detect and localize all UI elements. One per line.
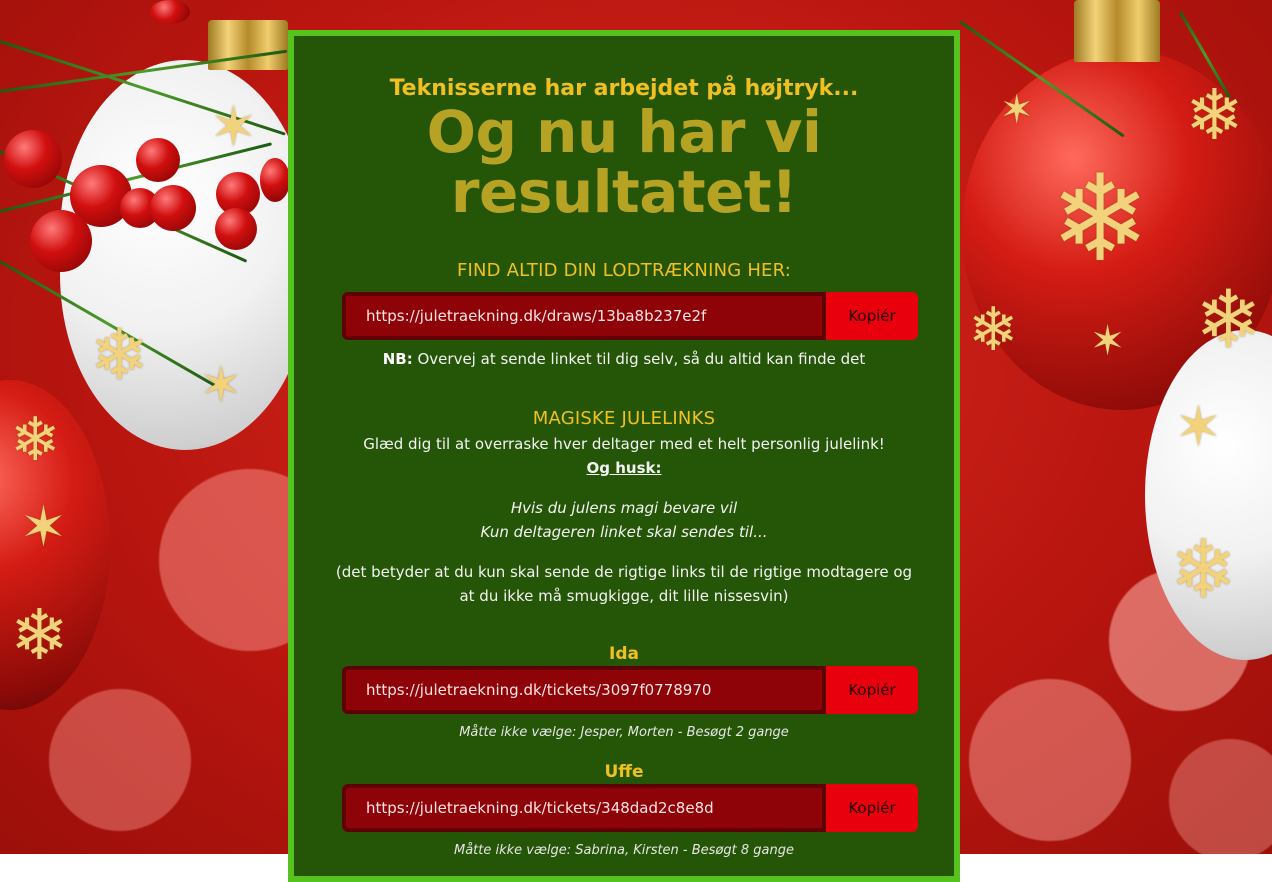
holly-berry-icon: [260, 158, 290, 202]
snowflake-icon: ✶: [20, 495, 67, 560]
participant-link-field[interactable]: https://juletraekning.dk/tickets/348dad2…: [342, 784, 826, 832]
explain-line-2: at du ikke må smugkigge, dit lille nisse…: [459, 587, 789, 605]
verse-line-2: Kun deltageren linket skal sendes til...: [480, 523, 768, 541]
snowflake-icon: ❄: [1050, 150, 1151, 289]
remember-label: Og husk:: [586, 459, 662, 477]
verse-line-1: Hvis du julens magi bevare vil: [510, 499, 738, 517]
copy-participant-link-button[interactable]: Kopiér: [826, 784, 918, 832]
results-card: Teknisserne har arbejdet på højtryk... O…: [288, 30, 960, 882]
holly-berry-icon: [215, 208, 257, 250]
snowflake-icon: ✶: [1000, 87, 1034, 133]
snowflake-icon: ❄: [1185, 74, 1244, 156]
holly-berry-icon: [4, 130, 62, 188]
page-title: Og nu har vi resultatet!: [294, 102, 954, 222]
draw-link-row: https://juletraekning.dk/draws/13ba8b237…: [342, 292, 918, 340]
snowflake-icon: ❄: [90, 314, 149, 396]
participant-name: Uffe: [604, 762, 644, 782]
snowflake-icon: ✶: [1175, 395, 1222, 460]
snowflake-icon: ✶: [1090, 316, 1126, 365]
snowflake-icon: ❄: [968, 295, 1019, 365]
snowflake-icon: ❄: [1170, 523, 1238, 616]
participant-link-row: https://juletraekning.dk/tickets/3097f07…: [342, 666, 918, 714]
holly-berry-icon: [136, 138, 180, 182]
magic-links-intro: Glæd dig til at overraske hver deltager …: [363, 435, 885, 453]
draw-link-note: NB: Overvej at sende linket til dig selv…: [294, 350, 954, 368]
participant-meta: Måtte ikke vælge: Sabrina, Kirsten - Bes…: [454, 843, 794, 858]
note-text: Overvej at sende linket til dig selv, så…: [412, 350, 866, 368]
participant-link-field[interactable]: https://juletraekning.dk/tickets/3097f07…: [342, 666, 826, 714]
participant-name: Ida: [609, 644, 639, 664]
copy-participant-link-button[interactable]: Kopiér: [826, 666, 918, 714]
note-label: NB:: [382, 350, 413, 368]
holly-berry-icon: [30, 210, 92, 272]
headline-line-1: Og nu har vi: [426, 98, 822, 166]
snowflake-icon: ❄: [10, 594, 69, 676]
draw-link-title: FIND ALTID DIN LODTRÆKNING HER:: [456, 260, 792, 281]
holly-berry-icon: [150, 185, 196, 231]
draw-link-field[interactable]: https://juletraekning.dk/draws/13ba8b237…: [342, 292, 826, 340]
headline-line-2: resultatet!: [450, 158, 798, 226]
snowflake-icon: ❄: [10, 405, 61, 475]
participant-link-row: https://juletraekning.dk/tickets/348dad2…: [342, 784, 918, 832]
snowflake-icon: ❄: [1195, 273, 1263, 366]
bauble-cap: [208, 20, 288, 70]
participant-meta: Måtte ikke vælge: Jesper, Morten - Besøg…: [459, 725, 789, 740]
bauble-cap: [1074, 0, 1160, 62]
explain-line-1: (det betyder at du kun skal sende de rig…: [335, 563, 913, 581]
magic-links-title: MAGISKE JULELINKS: [532, 408, 716, 429]
remember-heading: Og husk:: [324, 456, 924, 480]
snowflake-icon: ✶: [210, 95, 257, 160]
copy-draw-link-button[interactable]: Kopiér: [826, 292, 918, 340]
holly-berry-icon: [150, 0, 190, 24]
snowflake-icon: ✶: [200, 356, 242, 414]
